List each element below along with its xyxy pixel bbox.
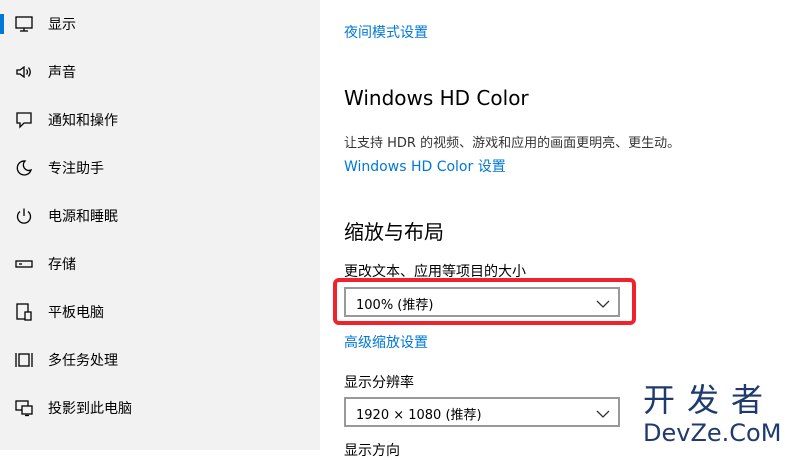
sidebar-item-label: 通知和操作 — [48, 113, 118, 129]
orientation-label: 显示方向 — [344, 443, 400, 459]
sidebar-item-storage[interactable]: 存储 — [0, 240, 320, 288]
sidebar-item-label: 投影到此电脑 — [48, 401, 132, 417]
hd-color-settings-link[interactable]: Windows HD Color 设置 — [344, 156, 506, 176]
sidebar-item-display[interactable]: 显示 — [0, 0, 320, 48]
resolution-label: 显示分辨率 — [344, 375, 414, 391]
hd-color-heading: Windows HD Color — [344, 86, 529, 110]
sidebar-item-focus-assist[interactable]: 专注助手 — [0, 144, 320, 192]
chevron-down-icon — [596, 406, 610, 420]
sidebar-item-label: 存储 — [48, 257, 76, 273]
sidebar-item-notifications[interactable]: 通知和操作 — [0, 96, 320, 144]
hd-color-description: 让支持 HDR 的视频、游戏和应用的画面更明亮、更生动。 — [344, 136, 681, 151]
scale-layout-heading: 缩放与布局 — [344, 220, 444, 244]
sidebar-item-multitasking[interactable]: 多任务处理 — [0, 336, 320, 384]
advanced-scaling-link[interactable]: 高级缩放设置 — [344, 332, 428, 352]
sidebar-item-label: 声音 — [48, 65, 76, 81]
scale-dropdown-highlight — [333, 278, 636, 325]
sidebar-item-label: 多任务处理 — [48, 353, 118, 369]
tablet-icon — [14, 302, 34, 322]
multitask-icon — [14, 350, 34, 370]
watermark-bottom: DevZe.CoM — [643, 419, 782, 447]
sidebar-item-power-sleep[interactable]: 电源和睡眠 — [0, 192, 320, 240]
monitor-icon — [14, 14, 34, 34]
sidebar-item-label: 显示 — [48, 17, 76, 33]
resolution-dropdown[interactable]: 1920 × 1080 (推荐) — [344, 397, 620, 427]
moon-icon — [14, 158, 34, 178]
settings-sidebar: 显示 声音 通知和操作 专注助手 电源和睡眠 存储 平板电脑 多任务处理 投影到… — [0, 0, 320, 450]
sidebar-item-label: 平板电脑 — [48, 305, 104, 321]
sidebar-item-sound[interactable]: 声音 — [0, 48, 320, 96]
speaker-icon — [14, 62, 34, 82]
sidebar-item-project-to-pc[interactable]: 投影到此电脑 — [0, 384, 320, 432]
watermark-top: 开发者 — [643, 381, 776, 419]
sidebar-item-label: 电源和睡眠 — [48, 209, 118, 225]
sidebar-item-tablet[interactable]: 平板电脑 — [0, 288, 320, 336]
watermark: 开发者 DevZe.CoM — [643, 382, 793, 448]
sidebar-item-label: 专注助手 — [48, 161, 104, 177]
notification-icon — [14, 110, 34, 130]
power-icon — [14, 206, 34, 226]
night-mode-settings-link[interactable]: 夜间模式设置 — [344, 22, 428, 42]
resolution-dropdown-value: 1920 × 1080 (推荐) — [356, 408, 482, 423]
storage-icon — [14, 254, 34, 274]
projection-icon — [14, 398, 34, 418]
